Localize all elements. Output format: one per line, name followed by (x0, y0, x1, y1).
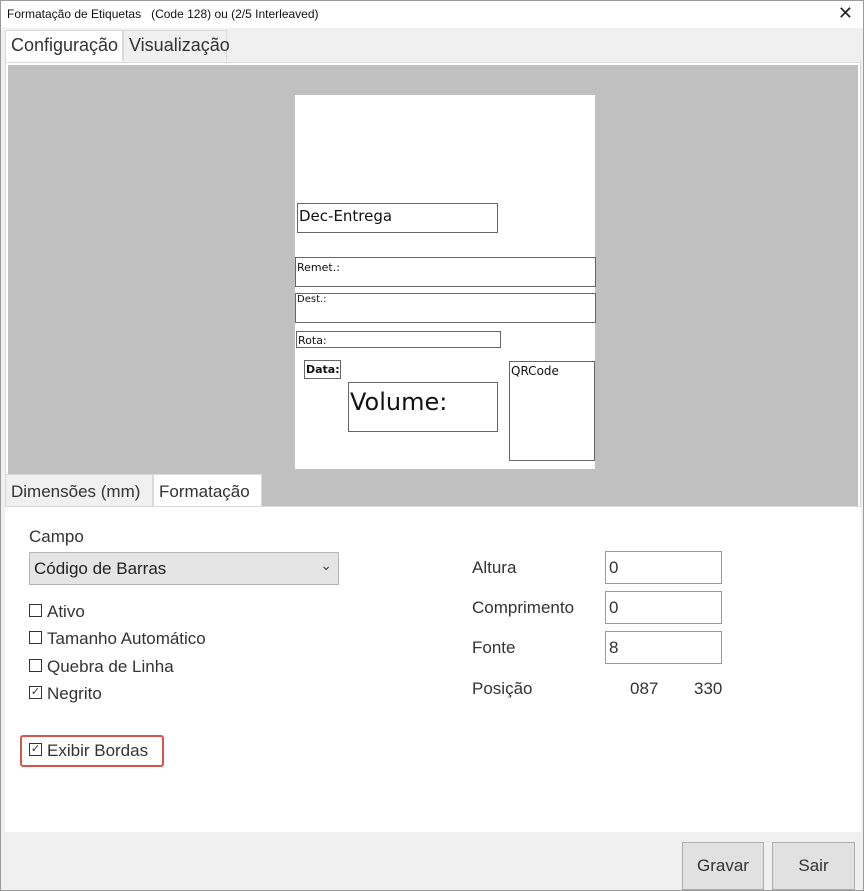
field-remet[interactable]: Remet.: (295, 257, 596, 287)
field-volume[interactable]: Volume: (348, 382, 498, 432)
sair-button[interactable]: Sair (772, 842, 855, 890)
checkbox-ativo-box[interactable] (29, 604, 42, 618)
checkbox-quebra-de-linha[interactable]: Quebra de Linha (29, 657, 174, 679)
tab-dimensoes[interactable]: Dimensões (mm) (5, 474, 153, 507)
gravar-button[interactable]: Gravar (682, 842, 764, 890)
title-bar: Formatação de Etiquetas (Code 128) ou (2… (1, 1, 863, 28)
comprimento-input[interactable]: 0 (605, 591, 722, 624)
field-rota[interactable]: Rota: (296, 331, 501, 348)
label-sheet: Dec-Entrega Remet.: Dest.: Rota: Data: V… (295, 95, 596, 469)
posicao-label: Posição (472, 679, 533, 698)
altura-label: Altura (472, 558, 517, 577)
checkbox-quebra-de-linha-label: Quebra de Linha (47, 657, 174, 676)
chevron-down-icon: ⌄ (320, 557, 332, 573)
checkbox-exibir-bordas-box[interactable]: ✓ (29, 743, 42, 757)
label-preview-area: Dec-Entrega Remet.: Dest.: Rota: Data: V… (8, 65, 858, 509)
tab-formatacao[interactable]: Formatação (153, 474, 262, 508)
field-dest[interactable]: Dest.: (295, 293, 596, 323)
window-title: Formatação de Etiquetas (Code 128) ou (2… (7, 7, 319, 21)
field-qrcode[interactable]: QRCode (509, 361, 595, 461)
tab-visualizacao[interactable]: Visualização (123, 30, 230, 60)
checkbox-tamanho-automatico-box[interactable] (29, 631, 42, 645)
label-format-window: Formatação de Etiquetas (Code 128) ou (2… (0, 0, 864, 891)
fonte-label: Fonte (472, 638, 516, 657)
checkbox-ativo-label: Ativo (47, 602, 85, 621)
campo-select[interactable]: Código de Barras ⌄ (29, 552, 339, 585)
checkbox-negrito-label: Negrito (47, 684, 102, 703)
checkbox-tamanho-automatico-label: Tamanho Automático (47, 629, 206, 648)
fonte-input[interactable]: 8 (605, 631, 722, 664)
field-data[interactable]: Data: (304, 360, 341, 379)
field-dec-entrega[interactable]: Dec-Entrega (297, 203, 498, 233)
posicao-x-value: 087 (630, 679, 659, 698)
checkbox-negrito[interactable]: ✓ Negrito (29, 684, 102, 706)
checkbox-quebra-de-linha-box[interactable] (29, 659, 42, 673)
checkbox-exibir-bordas-label: Exibir Bordas (47, 741, 149, 760)
tab-configuracao[interactable]: Configuração (5, 30, 123, 62)
campo-select-value: Código de Barras (34, 559, 167, 578)
comprimento-label: Comprimento (472, 598, 575, 617)
checkbox-ativo[interactable]: Ativo (29, 602, 85, 624)
formatacao-form: Campo Código de Barras ⌄ Ativo Tamanho A… (5, 506, 861, 832)
posicao-y-value: 330 (694, 679, 723, 698)
campo-label: Campo (29, 527, 84, 546)
altura-input[interactable]: 0 (605, 551, 722, 584)
checkbox-tamanho-automatico[interactable]: Tamanho Automático (29, 629, 206, 651)
checkbox-negrito-box[interactable]: ✓ (29, 686, 42, 700)
close-icon[interactable]: ✕ (838, 3, 853, 24)
checkbox-exibir-bordas[interactable]: ✓ Exibir Bordas (29, 741, 148, 763)
